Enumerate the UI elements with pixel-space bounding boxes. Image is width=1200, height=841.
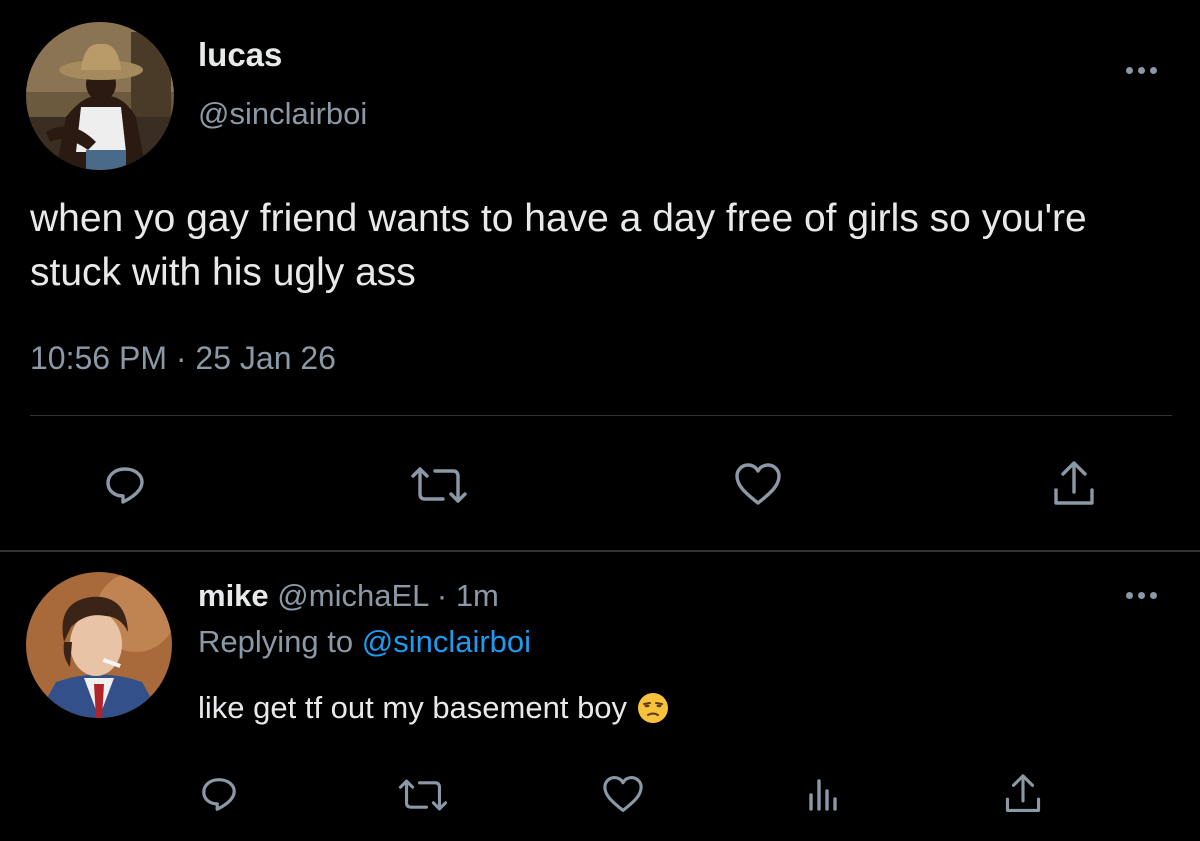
- reply-text: like get tf out my basement boy: [198, 690, 628, 725]
- reply-author-handle[interactable]: @michaEL: [277, 578, 428, 613]
- replying-to-line: Replying to @sinclairboi: [198, 624, 531, 660]
- retweet-icon[interactable]: [392, 774, 454, 816]
- tweet-timestamp[interactable]: 10:56 PM · 25 Jan 26: [30, 340, 336, 377]
- retweet-icon[interactable]: [404, 460, 474, 510]
- replying-to-handle[interactable]: @sinclairboi: [362, 624, 531, 659]
- author-name[interactable]: lucas: [198, 36, 282, 74]
- separator: ·: [436, 578, 448, 613]
- avatar-mike[interactable]: [26, 572, 172, 718]
- reply-icon[interactable]: [196, 772, 242, 816]
- unamused-face-icon: [637, 692, 669, 724]
- like-icon[interactable]: [598, 772, 648, 816]
- replying-prefix: Replying to: [198, 624, 354, 659]
- avatar-lucas[interactable]: [26, 22, 174, 170]
- reply-text-container: like get tf out my basement boy: [198, 690, 669, 726]
- divider: [30, 415, 1172, 416]
- share-icon[interactable]: [1000, 770, 1046, 818]
- divider: [0, 550, 1200, 552]
- reply-author-name[interactable]: mike: [198, 578, 269, 613]
- reply-header: mike @michaEL · 1m: [198, 578, 499, 614]
- more-options-icon[interactable]: [1118, 580, 1164, 610]
- tweet-text: when yo gay friend wants to have a day f…: [30, 197, 1087, 294]
- share-icon[interactable]: [1048, 456, 1100, 512]
- more-options-icon[interactable]: [1118, 55, 1164, 85]
- author-handle[interactable]: @sinclairboi: [198, 96, 367, 132]
- reply-time[interactable]: 1m: [456, 578, 499, 613]
- analytics-icon[interactable]: [800, 772, 846, 816]
- like-icon[interactable]: [728, 458, 788, 510]
- reply-icon[interactable]: [100, 460, 150, 510]
